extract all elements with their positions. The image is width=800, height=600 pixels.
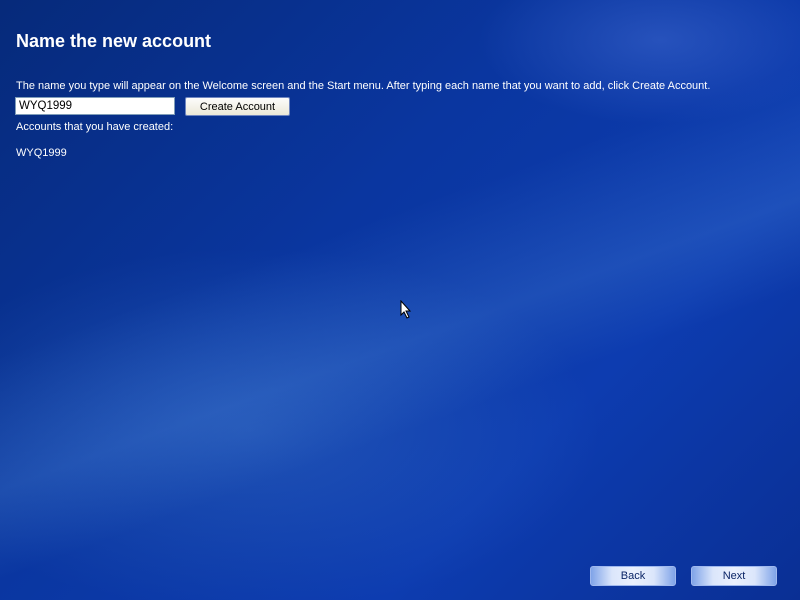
accounts-created-label: Accounts that you have created: — [16, 121, 174, 133]
account-list-item: WYQ1999 — [16, 147, 67, 159]
account-name-input[interactable]: WYQ1999 — [15, 97, 175, 115]
mouse-cursor-icon — [400, 300, 412, 319]
create-account-button[interactable]: Create Account — [185, 97, 290, 116]
page-title: Name the new account — [16, 31, 212, 51]
description-text: The name you type will appear on the Wel… — [16, 80, 711, 92]
next-button[interactable]: Next — [691, 566, 777, 586]
back-button[interactable]: Back — [590, 566, 676, 586]
